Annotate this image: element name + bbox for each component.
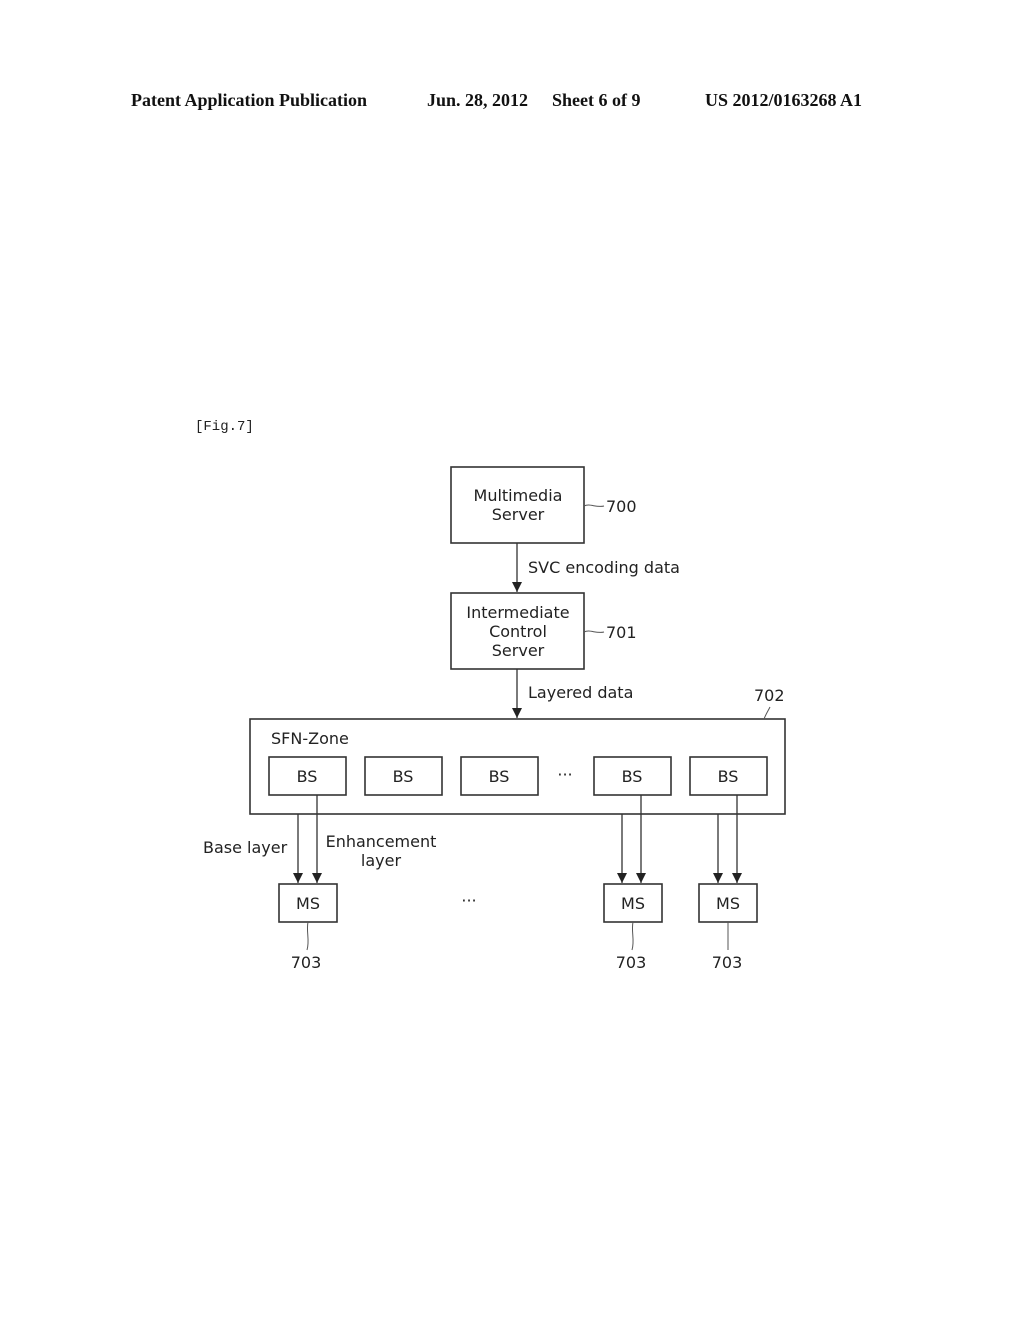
ref-702: 702	[754, 686, 785, 705]
enhancement-layer-label-1: Enhancement	[326, 832, 437, 851]
multimedia-server-node: Multimedia Server 700	[450, 466, 637, 544]
control-server-label-3: Server	[492, 641, 545, 660]
sfn-zone-label: SFN-Zone	[271, 729, 349, 748]
ref-700: 700	[606, 497, 637, 516]
edge-svc-encoding-label: SVC encoding data	[528, 558, 680, 577]
edge-layered-data-label: Layered data	[528, 683, 633, 702]
ref-leader-702	[763, 706, 771, 720]
ref-703-1: 703	[291, 953, 322, 972]
ms-label-3: MS	[716, 894, 740, 913]
ms-label-1: MS	[296, 894, 320, 913]
ref-703-3: 703	[712, 953, 743, 972]
control-server-node: Intermediate Control Server 701	[450, 592, 637, 670]
bs-label-3: BS	[489, 767, 510, 786]
control-server-label-2: Control	[489, 622, 547, 641]
bs-label-4: BS	[622, 767, 643, 786]
ms-ellipsis: ···	[461, 891, 476, 910]
bs-label-5: BS	[718, 767, 739, 786]
ms-label-2: MS	[621, 894, 645, 913]
ref-leader-703-2	[631, 921, 634, 951]
diagram: Multimedia Server 700 SVC encoding data …	[203, 466, 786, 972]
ref-701: 701	[606, 623, 637, 642]
bs-ellipsis: ···	[557, 765, 572, 784]
base-layer-label: Base layer	[203, 838, 288, 857]
ref-703-2: 703	[616, 953, 647, 972]
ref-leader-701	[583, 630, 605, 633]
multimedia-server-label-1: Multimedia	[474, 486, 563, 505]
control-server-label-1: Intermediate	[466, 603, 569, 622]
ref-leader-700	[583, 504, 605, 507]
ref-leader-703-1	[306, 921, 309, 951]
bs-label-1: BS	[297, 767, 318, 786]
enhancement-layer-label-2: layer	[361, 851, 402, 870]
multimedia-server-label-2: Server	[492, 505, 545, 524]
bs-label-2: BS	[393, 767, 414, 786]
